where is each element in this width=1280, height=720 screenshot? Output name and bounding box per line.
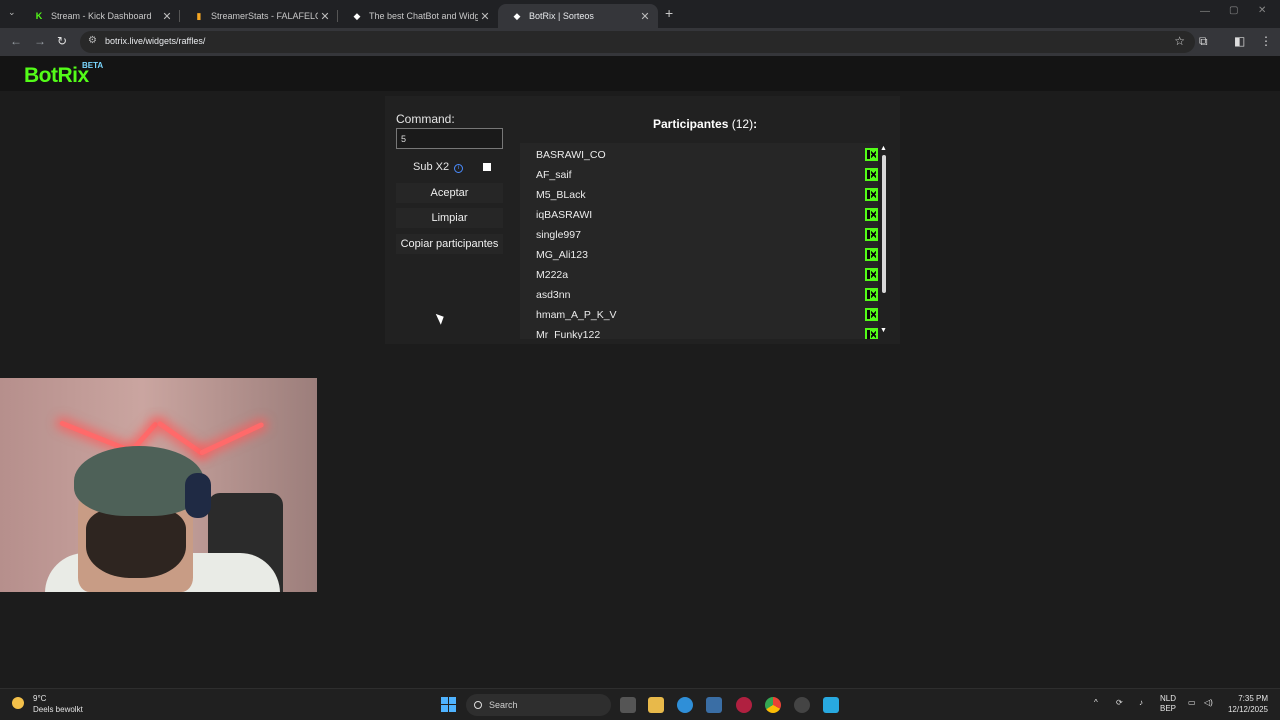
kick-icon bbox=[865, 188, 878, 201]
tray-chevron-up-icon[interactable]: ^ bbox=[1094, 698, 1098, 707]
tab-botrix-home[interactable]: ◆ The best ChatBot and Widgets ✕ bbox=[338, 4, 498, 28]
kick-icon bbox=[865, 248, 878, 261]
menu-kebab-icon[interactable]: ⋮ bbox=[1260, 34, 1272, 48]
kick-icon: K bbox=[35, 11, 43, 21]
kick-icon bbox=[865, 328, 878, 339]
info-icon[interactable]: i bbox=[454, 164, 464, 173]
close-icon[interactable]: ✕ bbox=[318, 10, 332, 23]
language-indicator[interactable]: NLD BEP bbox=[1160, 694, 1176, 714]
weather-cloud-icon bbox=[12, 697, 24, 709]
scrollbar-thumb[interactable] bbox=[882, 155, 886, 293]
extensions-icon[interactable]: ⧉ bbox=[1199, 34, 1208, 49]
list-item[interactable]: AF_saif bbox=[536, 165, 878, 185]
list-item[interactable]: BASRAWI_CO bbox=[536, 145, 878, 165]
kick-icon bbox=[865, 308, 878, 321]
microphone-icon[interactable]: ♪ bbox=[1139, 698, 1143, 707]
tab-kick-dashboard[interactable]: K Stream - Kick Dashboard ✕ bbox=[20, 4, 180, 28]
tab-streamerstats[interactable]: ▮ StreamerStats - FALAFELCO Pr ✕ bbox=[180, 4, 338, 28]
forward-arrow-icon[interactable]: → bbox=[34, 34, 46, 48]
list-item[interactable]: M222a bbox=[536, 265, 878, 285]
windows-start-icon[interactable] bbox=[441, 697, 456, 712]
store-icon[interactable] bbox=[706, 697, 722, 713]
site-info-icon[interactable]: ⚙ bbox=[88, 35, 97, 46]
list-item[interactable]: M5_BLack bbox=[536, 185, 878, 205]
list-item[interactable]: Mr_Funky122 bbox=[536, 325, 878, 339]
chart-icon: ▮ bbox=[196, 10, 202, 21]
task-view-icon[interactable] bbox=[620, 697, 636, 713]
taskbar-clock[interactable]: 7:35 PM 12/12/2025 bbox=[1222, 693, 1268, 715]
windows-taskbar: 9°C Deels bewolkt Search ^ ⟳ ♪ NLD BEP ▭ … bbox=[0, 688, 1280, 720]
network-icon[interactable]: ▭ bbox=[1188, 698, 1196, 707]
participants-list[interactable]: BASRAWI_CO AF_saif M5_BLack iqBASRAWI si… bbox=[520, 143, 878, 339]
file-explorer-icon[interactable] bbox=[648, 697, 664, 713]
botrix-icon: ◆ bbox=[353, 10, 361, 21]
beta-badge: BETA bbox=[82, 61, 104, 70]
site-header: BotRix BETA bbox=[0, 56, 1280, 91]
close-icon[interactable]: ✕ bbox=[160, 10, 174, 23]
kick-icon bbox=[865, 168, 878, 181]
browser-tab-strip: ⌄ K Stream - Kick Dashboard ✕ ▮ Streamer… bbox=[0, 0, 1280, 28]
kick-icon bbox=[865, 148, 878, 161]
tab-search-icon[interactable]: ⌄ bbox=[8, 7, 16, 18]
taskbar-search[interactable]: Search bbox=[466, 694, 611, 716]
botrix-icon: ◆ bbox=[513, 10, 521, 21]
address-bar[interactable]: ⚙ botrix.live/widgets/raffles/ ☆ bbox=[80, 31, 1195, 53]
list-item[interactable]: MG_Ali123 bbox=[536, 245, 878, 265]
new-tab-icon[interactable]: + bbox=[665, 5, 673, 21]
maximize-icon[interactable]: ▢ bbox=[1229, 5, 1238, 16]
raffle-panel: Command: Sub X2i Aceptar Limpiar Copiar … bbox=[385, 96, 900, 344]
kick-icon bbox=[865, 228, 878, 241]
command-label: Command: bbox=[396, 112, 455, 126]
list-item[interactable]: asd3nn bbox=[536, 285, 878, 305]
accept-button[interactable]: Aceptar bbox=[396, 183, 503, 203]
list-item[interactable]: iqBASRAWI bbox=[536, 205, 878, 225]
scroll-up-arrow-icon[interactable]: ▲ bbox=[880, 145, 887, 152]
clear-button[interactable]: Limpiar bbox=[396, 208, 503, 228]
sub-x2-checkbox[interactable] bbox=[483, 163, 491, 171]
webcam-overlay bbox=[0, 378, 317, 592]
scroll-down-arrow-icon[interactable]: ▼ bbox=[880, 327, 887, 334]
reload-icon[interactable]: ↻ bbox=[57, 34, 67, 48]
minimize-icon[interactable]: — bbox=[1200, 6, 1210, 17]
streaming-app-icon[interactable] bbox=[823, 697, 839, 713]
close-icon[interactable]: ✕ bbox=[638, 10, 652, 23]
chrome-icon[interactable] bbox=[765, 697, 781, 713]
window-close-icon[interactable]: ✕ bbox=[1258, 5, 1266, 16]
volume-icon[interactable]: ◁) bbox=[1204, 698, 1213, 707]
list-item[interactable]: single997 bbox=[536, 225, 878, 245]
kick-icon bbox=[865, 268, 878, 281]
kick-icon bbox=[865, 288, 878, 301]
profile-icon[interactable]: ◧ bbox=[1234, 34, 1245, 48]
tab-botrix-sorteos[interactable]: ◆ BotRix | Sorteos ✕ bbox=[498, 4, 658, 28]
copy-participants-button[interactable]: Copiar participantes bbox=[396, 234, 503, 254]
participants-title: Participantes (12): bbox=[653, 117, 758, 131]
sub-x2-label: Sub X2 i bbox=[413, 161, 464, 173]
close-icon[interactable]: ✕ bbox=[478, 10, 492, 23]
bookmark-star-icon[interactable]: ☆ bbox=[1174, 34, 1185, 48]
botrix-logo[interactable]: BotRix bbox=[24, 64, 89, 88]
kick-icon bbox=[865, 208, 878, 221]
back-arrow-icon[interactable]: ← bbox=[10, 34, 22, 48]
list-item[interactable]: hmam_A_P_K_V bbox=[536, 305, 878, 325]
tray-sync-icon[interactable]: ⟳ bbox=[1116, 698, 1123, 707]
search-icon bbox=[474, 701, 482, 709]
steam-icon[interactable] bbox=[794, 697, 810, 713]
edge-icon[interactable] bbox=[677, 697, 693, 713]
command-input[interactable] bbox=[396, 128, 503, 149]
browser-toolbar: ← → ↻ ⚙ botrix.live/widgets/raffles/ ☆ ⧉… bbox=[0, 28, 1280, 56]
opera-gx-icon[interactable] bbox=[736, 697, 752, 713]
